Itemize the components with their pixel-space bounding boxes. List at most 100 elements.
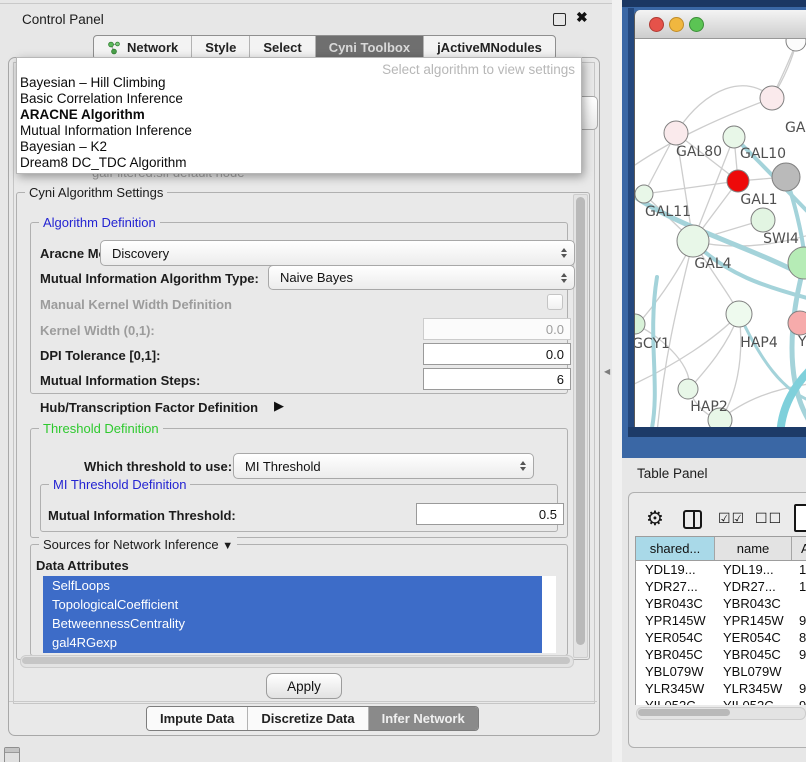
mi-steps-field[interactable]: 6 (423, 368, 571, 390)
settings-hscrollbar[interactable] (20, 655, 574, 668)
table-hscrollbar-thumb[interactable] (638, 709, 730, 716)
tab-jactivemnodules[interactable]: jActiveMNodules (424, 36, 555, 59)
table-row[interactable]: YBL079WYBL079W (636, 663, 806, 680)
data-attributes-label: Data Attributes (36, 558, 129, 573)
table-row[interactable]: YBR043CYBR043C (636, 595, 806, 612)
node-gal-partial (760, 86, 784, 110)
label-gcy1: GCY1 (635, 336, 670, 352)
attribute-item[interactable]: BetweennessCentrality (43, 614, 542, 633)
table-row[interactable]: YLR345WYLR345W9. (636, 680, 806, 697)
aracne-mode-combo[interactable]: Discovery (100, 240, 575, 266)
tab-style[interactable]: Style (192, 36, 250, 59)
mi-threshold-field[interactable]: 0.5 (416, 503, 564, 525)
node-table: shared... name A YDL19...YDL19...13 YDR2… (635, 536, 806, 705)
manual-kernel-checkbox[interactable] (547, 294, 563, 310)
panel-divider[interactable] (612, 0, 622, 762)
gear-icon[interactable]: ⚙ (646, 506, 664, 531)
table-hscrollbar[interactable] (636, 707, 806, 720)
deselect-all-checkboxes-icon[interactable]: ☐☐ (755, 510, 782, 527)
table-row[interactable]: YER054CYER054C8. (636, 629, 806, 646)
sources-group-title: Sources for Network Inference ▼ (39, 537, 237, 552)
attribute-item[interactable]: TopologicalCoefficient (43, 595, 542, 614)
column-header-name[interactable]: name (715, 537, 792, 560)
attribute-item[interactable]: SelfLoops (43, 576, 542, 595)
threshold-definition-title: Threshold Definition (39, 421, 163, 436)
mi-type-combo[interactable]: Naive Bayes (268, 265, 575, 290)
settings-vscrollbar[interactable] (573, 194, 588, 658)
table-row[interactable]: YDL19...YDL19...13 (636, 561, 806, 578)
label-gal11: GAL11 (645, 204, 691, 220)
algorithm-option-selected[interactable]: ARACNE Algorithm (20, 107, 145, 122)
spinner-arrows-icon (561, 273, 567, 283)
dpi-tolerance-field[interactable]: 0.0 (423, 343, 571, 365)
mi-threshold-label: Mutual Information Threshold: (48, 508, 236, 523)
kernel-width-label: Kernel Width (0,1): (40, 323, 155, 338)
cyni-settings-title: Cyni Algorithm Settings (25, 185, 167, 200)
settings-hscrollbar-thumb[interactable] (22, 657, 570, 664)
algorithm-option[interactable]: Bayesian – K2 (20, 139, 107, 154)
table-header: shared... name A (636, 537, 806, 561)
network-window-titlebar[interactable] (635, 10, 806, 39)
label-y-partial: Y (797, 334, 806, 350)
screen: Control Panel ✖ Network Style Select Cyn… (0, 0, 806, 762)
algorithm-option[interactable]: Basic Correlation Inference (20, 91, 183, 106)
node-hap4 (726, 301, 752, 327)
which-threshold-combo[interactable]: MI Threshold (233, 453, 534, 479)
mini-window-icon[interactable] (4, 747, 20, 762)
float-panel-icon[interactable] (553, 13, 566, 26)
algorithm-option[interactable]: Dream8 DC_TDC Algorithm (20, 155, 187, 170)
algorithm-popup-placeholder: Select algorithm to view settings (382, 62, 575, 77)
algorithm-option[interactable]: Bayesian – Hill Climbing (20, 75, 166, 90)
apply-button[interactable]: Apply (266, 673, 342, 699)
table-row[interactable]: YBR045CYBR045C9. (636, 646, 806, 663)
minimize-window-icon[interactable] (669, 17, 684, 32)
which-threshold-value: MI Threshold (245, 459, 321, 474)
tab-cyni-toolbox[interactable]: Cyni Toolbox (316, 36, 424, 59)
bottom-tabs: Impute Data Discretize Data Infer Networ… (146, 706, 479, 731)
table-row[interactable]: YIL052CYIL052C9 (636, 697, 806, 705)
select-all-checkboxes-icon[interactable]: ☑☑ (718, 510, 745, 527)
algorithm-option[interactable]: Mutual Information Inference (20, 123, 192, 138)
window-bottom-shadow (628, 427, 806, 437)
desktop-top-strip (622, 0, 806, 7)
collapse-arrow-icon[interactable]: ▶ (274, 398, 284, 414)
node-unlabeled (786, 39, 806, 51)
hub-section-label: Hub/Transcription Factor Definition (40, 400, 258, 415)
columns-icon[interactable] (683, 510, 702, 529)
tab-network[interactable]: Network (94, 36, 192, 59)
attributes-selection: SelfLoops TopologicalCoefficient Between… (43, 576, 542, 653)
algorithm-definition-title: Algorithm Definition (39, 215, 160, 230)
column-header-partial[interactable]: A (792, 537, 806, 560)
attribute-item[interactable]: gal4RGexp (43, 633, 542, 652)
node-gal4 (677, 225, 709, 257)
node-gray (772, 163, 800, 191)
settings-vscrollbar-thumb[interactable] (576, 197, 585, 645)
table-panel-title: Table Panel (637, 466, 708, 481)
network-window: GAL GAL80 GAL10 GAL1 GAL11 GAL4 SWI4 GCY… (634, 10, 806, 427)
tab-impute-data[interactable]: Impute Data (147, 707, 248, 730)
tab-infer-network[interactable]: Infer Network (369, 707, 478, 730)
column-header-shared-name[interactable]: shared... (636, 537, 715, 560)
label-hap4: HAP4 (740, 335, 778, 351)
divider-handle-icon[interactable]: ◀ (604, 367, 610, 376)
tab-select[interactable]: Select (250, 36, 315, 59)
node-gal10 (723, 126, 745, 148)
zoom-window-icon[interactable] (689, 17, 704, 32)
spinner-arrows-icon (520, 461, 526, 471)
node-gal1 (751, 208, 775, 232)
node-swi4 (788, 247, 806, 279)
tab-discretize-data[interactable]: Discretize Data (248, 707, 368, 730)
network-canvas[interactable]: GAL GAL80 GAL10 GAL1 GAL11 GAL4 SWI4 GCY… (635, 39, 806, 427)
control-panel-title: Control Panel (22, 12, 104, 27)
expand-arrow-icon[interactable]: ▼ (222, 540, 233, 552)
document-icon[interactable] (794, 504, 806, 532)
close-window-icon[interactable] (649, 17, 664, 32)
node-hap2 (678, 379, 698, 399)
mi-type-label: Mutual Information Algorithm Type: (40, 271, 259, 286)
close-panel-icon[interactable]: ✖ (576, 9, 588, 26)
kernel-width-field[interactable]: 0.0 (423, 318, 571, 340)
table-row[interactable]: YPR145WYPR145W9. (636, 612, 806, 629)
table-row[interactable]: YDR27...YDR27...12 (636, 578, 806, 595)
node-gal80 (664, 121, 688, 145)
dpi-tolerance-label: DPI Tolerance [0,1]: (40, 348, 160, 363)
